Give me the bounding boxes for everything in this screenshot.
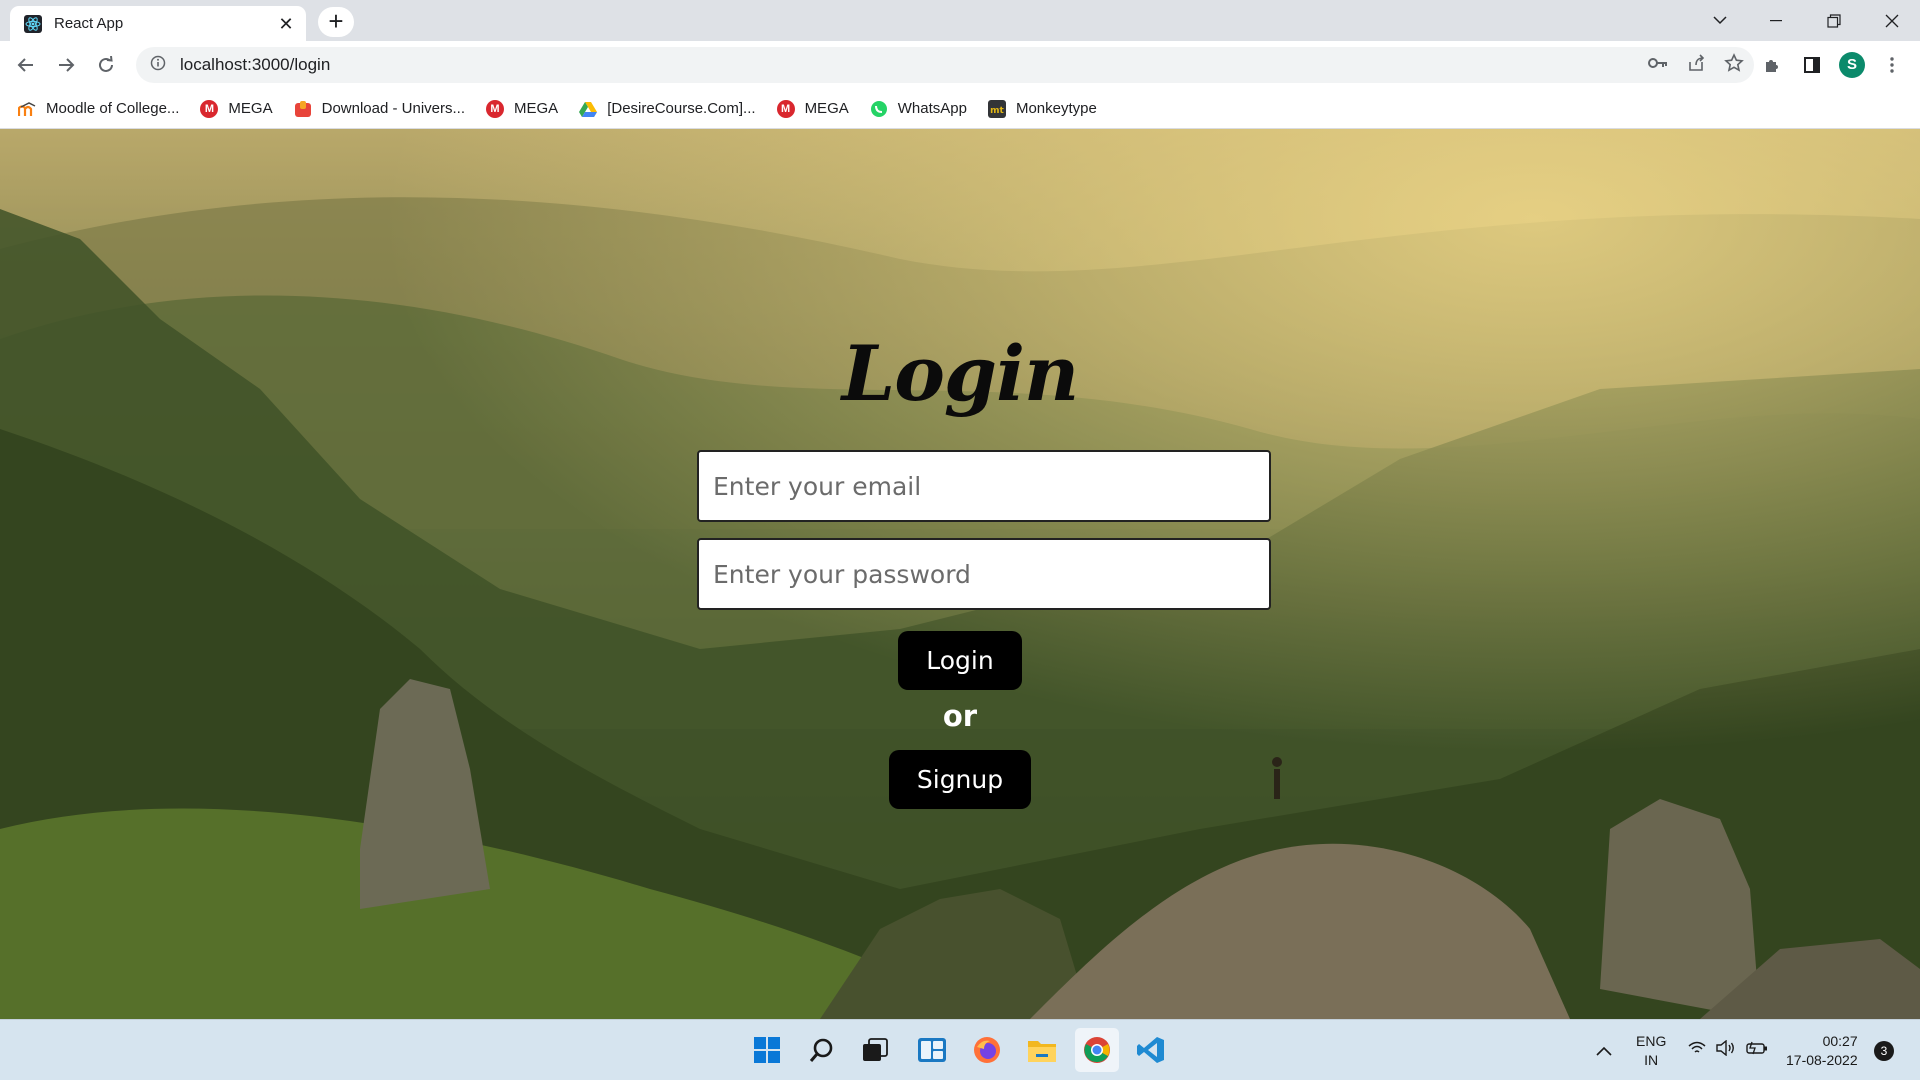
task-view-icon[interactable] <box>857 1032 893 1068</box>
password-input[interactable] <box>697 538 1271 610</box>
bookmark-mega-1[interactable]: M MEGA <box>200 99 273 118</box>
site-info-icon[interactable] <box>150 55 166 76</box>
minimize-icon[interactable] <box>1748 0 1804 41</box>
system-tray-quick-settings[interactable] <box>1688 1020 1768 1080</box>
chrome-icon[interactable] <box>1075 1028 1119 1072</box>
login-button[interactable]: Login <box>898 631 1022 690</box>
whatsapp-icon <box>870 100 888 118</box>
password-key-icon[interactable] <box>1648 56 1668 74</box>
new-tab-button[interactable]: + <box>318 7 354 37</box>
volume-icon <box>1716 1039 1736 1061</box>
tab-search-chevron-icon[interactable] <box>1692 0 1748 41</box>
windows-taskbar: ENG IN 00:27 17-08-2022 3 <box>0 1019 1920 1080</box>
tab-strip: React App ✕ + <box>0 0 1920 41</box>
share-icon[interactable] <box>1686 53 1706 78</box>
forward-arrow-icon[interactable] <box>50 49 82 81</box>
language-region: IN <box>1644 1051 1659 1068</box>
bookmark-whatsapp[interactable]: WhatsApp <box>870 100 967 118</box>
vscode-icon[interactable] <box>1133 1032 1169 1068</box>
or-divider-text: or <box>942 699 978 733</box>
search-icon[interactable] <box>804 1032 840 1068</box>
reload-icon[interactable] <box>90 49 122 81</box>
email-input[interactable] <box>697 450 1271 522</box>
url-text: localhost:3000/login <box>180 55 331 74</box>
clock-time: 00:27 <box>1822 1032 1858 1049</box>
google-drive-icon <box>579 100 598 118</box>
notification-center[interactable]: 3 <box>1874 1020 1894 1080</box>
download-icon <box>294 100 312 118</box>
bookmark-moodle[interactable]: Moodle of College... <box>18 100 179 118</box>
signup-button[interactable]: Signup <box>889 750 1031 809</box>
clock[interactable]: 00:27 17-08-2022 <box>1786 1020 1858 1080</box>
side-panel-icon[interactable] <box>1796 49 1828 81</box>
address-bar[interactable]: localhost:3000/login <box>136 47 1754 83</box>
mega-icon: M <box>200 99 219 118</box>
close-window-icon[interactable] <box>1864 0 1920 41</box>
language-code: ENG <box>1636 1032 1667 1049</box>
page-viewport: Login Login or Signup <box>0 129 1920 1019</box>
restore-icon[interactable] <box>1806 0 1862 41</box>
widgets-icon[interactable] <box>914 1032 950 1068</box>
bookmark-download[interactable]: Download - Univers... <box>294 100 465 118</box>
profile-initial: S <box>1839 52 1865 78</box>
mega-icon: M <box>486 99 504 118</box>
react-favicon-icon <box>24 14 42 33</box>
notification-count-badge: 3 <box>1874 1040 1894 1061</box>
mega-icon: M <box>776 99 795 118</box>
moodle-icon <box>18 100 36 118</box>
firefox-icon[interactable] <box>969 1032 1005 1068</box>
windows-start-icon[interactable] <box>749 1032 785 1068</box>
profile-avatar[interactable]: S <box>1836 49 1868 81</box>
battery-icon <box>1746 1041 1768 1060</box>
bookmark-mega-3[interactable]: M MEGA <box>776 99 849 118</box>
bookmarks-bar: Moodle of College... M MEGA Download - U… <box>0 89 1920 129</box>
show-hidden-icons-chevron-icon[interactable] <box>1596 1020 1612 1080</box>
bookmark-desirecourse[interactable]: [DesireCourse.Com]... <box>579 100 756 118</box>
file-explorer-icon[interactable] <box>1024 1032 1060 1068</box>
svg-text:mt: mt <box>990 106 1004 116</box>
extensions-puzzle-icon[interactable] <box>1756 49 1788 81</box>
kebab-menu-icon[interactable] <box>1876 49 1908 81</box>
bookmark-star-icon[interactable] <box>1724 52 1744 78</box>
bookmark-monkeytype[interactable]: mt Monkeytype <box>987 99 1097 118</box>
close-tab-icon[interactable]: ✕ <box>276 14 296 34</box>
bookmark-mega-2[interactable]: M MEGA <box>486 99 558 118</box>
clock-date: 17-08-2022 <box>1786 1051 1858 1068</box>
browser-tab[interactable]: React App ✕ <box>10 6 306 41</box>
language-indicator[interactable]: ENG IN <box>1636 1020 1666 1080</box>
wifi-icon <box>1688 1041 1706 1060</box>
monkeytype-icon: mt <box>987 99 1006 118</box>
tab-title: React App <box>54 15 124 32</box>
back-arrow-icon[interactable] <box>10 49 42 81</box>
browser-toolbar: localhost:3000/login S <box>0 41 1920 89</box>
page-title: Login <box>841 329 1079 418</box>
